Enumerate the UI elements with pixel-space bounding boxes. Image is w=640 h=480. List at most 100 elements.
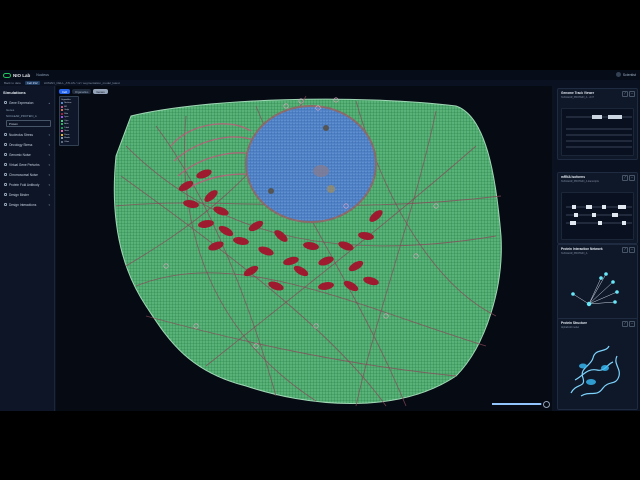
zoom-slider[interactable] [492, 401, 550, 408]
settings-icon[interactable] [543, 401, 550, 408]
cell-tag[interactable]: Cell #12 [24, 81, 40, 85]
project-name[interactable]: Nucleus [36, 73, 49, 77]
legend-swatch [61, 140, 64, 143]
chevron-down-icon: ▾ [48, 132, 50, 137]
chevron-down-icon: ▾ [48, 172, 50, 177]
sidebar-item-label: Design Interactions [9, 202, 37, 207]
sidebar-item-genomic-noise[interactable]: Genomic Noise ▾ [2, 150, 52, 159]
mrna-isoforms-card[interactable]: mRNA Isoforms NUCLEAR_PROTEIN_A transcri… [557, 172, 638, 244]
sidebar-item-nucleolus-stress[interactable]: Nucleolus Stress ▾ [2, 130, 52, 139]
sidebar-item-oncology-stress[interactable]: Oncology Stress ▾ [2, 140, 52, 149]
user-name: Scientist [622, 72, 636, 77]
chevron-down-icon: ▾ [48, 142, 50, 147]
sidebar-item-design-interactions[interactable]: Design Interactions ▾ [2, 200, 52, 209]
legend-item[interactable]: Other [61, 140, 77, 144]
chromatin-spot [323, 125, 329, 131]
card-tools: ⤢ ⋯ [622, 246, 635, 253]
genome-track-card[interactable]: Genome Track Viewer NUCLEAR_PROTEIN_A · … [557, 88, 638, 160]
sidebar-item-label: Design Binder [9, 192, 30, 197]
sidebar-item-label: Nucleolus Stress [9, 132, 33, 137]
expand-icon[interactable]: ⤢ [622, 90, 628, 97]
sidebar: Simulations Gene Expression ▴ Genes NUCL… [0, 86, 55, 411]
more-icon[interactable]: ⋯ [629, 90, 635, 97]
legend-swatch [61, 126, 64, 129]
more-icon[interactable]: ⋯ [629, 246, 635, 253]
legend-swatch [61, 133, 64, 136]
tab-genes[interactable]: Genes [93, 89, 108, 94]
cell-viewer[interactable]: Cell Organelles Genes Organelles Nucleus… [56, 86, 552, 411]
sidebar-item-label: Chromosomal Noise [9, 172, 38, 177]
protein-select[interactable]: Protein [6, 120, 51, 127]
organelle-legend: Organelles Nucleus ER Golgi Mito Lyso Cyto Act… [59, 96, 79, 146]
legend-label: Nucleus [64, 102, 72, 105]
gene-icon [4, 163, 7, 166]
viewer-tabs: Cell Organelles Genes [59, 89, 108, 94]
interaction-network[interactable] [561, 264, 634, 320]
legend-swatch [61, 119, 64, 122]
app-logo[interactable]: NIO Lab [3, 72, 31, 78]
sidebar-item-label: Gene Expression [9, 100, 34, 105]
dna-icon [4, 101, 7, 104]
legend-title-text: Organelles [61, 98, 71, 101]
cell-render[interactable] [56, 86, 552, 411]
more-icon[interactable]: ⋯ [629, 320, 635, 327]
chevron-down-icon: ▾ [48, 152, 50, 157]
protein-select-value: Protein [9, 121, 18, 126]
card-tools: ⤢ ⋯ [622, 174, 635, 181]
genome-track-plot[interactable] [561, 108, 634, 156]
protein-structure-card[interactable]: Protein Structure AlphaFold model ⤢ ⋯ [557, 318, 638, 410]
sidebar-item-virtual-gene-perturbs[interactable]: Virtual Gene Perturbs ▾ [2, 160, 52, 169]
user-menu[interactable]: Scientist [615, 72, 636, 77]
nucleolus [313, 165, 329, 177]
legend-label: Vesic [64, 130, 69, 133]
isoform-plot[interactable] [561, 192, 634, 240]
flask-icon [4, 133, 7, 136]
protein-icon [4, 183, 7, 186]
chromatin-spot [327, 185, 335, 193]
chromatin-spot [268, 188, 274, 194]
legend-label: Tubul [64, 126, 70, 129]
sidebar-item-chromosomal-noise[interactable]: Chromosomal Noise ▾ [2, 170, 52, 179]
sidebar-item-protein-fold[interactable]: Protein Fold Antibody ▾ [2, 180, 52, 189]
tab-organelles[interactable]: Organelles [71, 89, 92, 94]
card-tools: ⤢ ⋯ [622, 90, 635, 97]
isoform-svg [566, 205, 632, 225]
legend-swatch [61, 105, 64, 108]
chevron-down-icon: ▾ [48, 162, 50, 167]
legend-label: Perox [64, 133, 70, 136]
legend-label: Lyso [64, 116, 69, 119]
expand-icon[interactable]: ⤢ [622, 174, 628, 181]
chevron-down-icon: ▾ [48, 192, 50, 197]
sidebar-item-label: Protein Fold Antibody [9, 182, 40, 187]
protein-ribbon-svg [570, 345, 620, 397]
app-name: NIO Lab [13, 72, 31, 78]
protein-interaction-card[interactable]: Protein Interaction Network NUCLEAR_PROT… [557, 244, 638, 324]
app-window: NIO Lab Nucleus Scientist Back to data C… [0, 70, 640, 411]
expand-icon[interactable]: ⤢ [622, 246, 628, 253]
dataset-path: HUMAN_CELL_ATLAS / v2 / segmentation_mod… [43, 81, 120, 85]
legend-label: Golgi [64, 109, 69, 112]
more-icon[interactable]: ⋯ [629, 174, 635, 181]
gene-field-value: NUCLEAR_PROTEIN_A [6, 114, 37, 118]
legend-label: Actin [64, 123, 69, 126]
back-link[interactable]: Back to data [4, 81, 21, 85]
sidebar-item-gene-expression[interactable]: Gene Expression ▴ [2, 98, 52, 107]
sidebar-item-design-binder[interactable]: Design Binder ▾ [2, 190, 52, 199]
wave-icon [4, 153, 7, 156]
card-tools: ⤢ ⋯ [622, 320, 635, 327]
protein-structure-view[interactable] [561, 338, 634, 406]
legend-label: Memb [64, 137, 70, 140]
zoom-slider-fill [492, 403, 541, 405]
sidebar-item-label: Virtual Gene Perturbs [9, 162, 40, 167]
legend-label: ER [64, 105, 67, 108]
chromosome-icon [4, 173, 7, 176]
nucleus[interactable] [245, 105, 377, 223]
tab-cell[interactable]: Cell [59, 89, 70, 94]
legend-label: Mito [64, 112, 68, 115]
network-svg [571, 272, 619, 307]
expand-icon[interactable]: ⤢ [622, 320, 628, 327]
legend-label: Cyto [64, 119, 69, 122]
gene-field-label: Genes [6, 108, 15, 112]
legend-label: Other [64, 140, 70, 143]
sidebar-title: Simulations [3, 90, 26, 95]
